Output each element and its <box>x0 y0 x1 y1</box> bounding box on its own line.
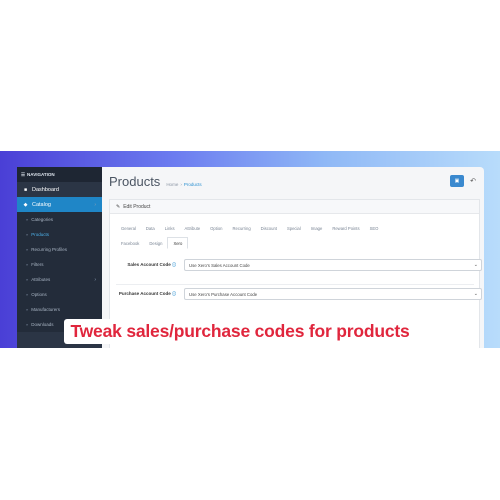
sales-account-label: Sales Account Code ⓘ <box>116 262 176 268</box>
tab-design[interactable]: Design <box>144 237 167 249</box>
save-icon: ▣ <box>454 178 460 184</box>
breadcrumb-products[interactable]: Products <box>184 182 202 187</box>
bullet-icon: » <box>26 292 29 297</box>
sales-account-row: Sales Account Code ⓘ Use Xero's Sales Ac… <box>116 259 482 271</box>
breadcrumb: Home › Products <box>166 182 201 187</box>
chevron-right-icon: › <box>94 276 96 283</box>
bullet-icon: » <box>26 277 29 282</box>
nav-list: ■ Dashboard ◆ Catalog ›» Categories» Products»… <box>17 182 102 332</box>
breadcrumb-home[interactable]: Home <box>166 182 178 187</box>
sidebar-item-label: Products <box>31 232 49 237</box>
sidebar-item-label: Manufacturers <box>31 307 60 312</box>
tab-facebook[interactable]: Facebook <box>116 237 144 249</box>
tab-xero[interactable]: Xero <box>167 237 189 249</box>
sidebar-item-products[interactable]: » Products <box>17 227 102 242</box>
purchase-account-select[interactable]: Use Xero's Purchase Account Code ⌄ <box>184 288 482 300</box>
sidebar-item-label: Categories <box>31 217 53 222</box>
sidebar-item-label: Catalog <box>32 201 51 208</box>
tab-recurring[interactable]: Recurring <box>228 222 256 234</box>
tab-row: Facebook Design Xero <box>116 237 476 249</box>
save-button[interactable]: ▣ <box>450 175 464 187</box>
tab-seo[interactable]: SEO <box>365 222 384 234</box>
tab-option[interactable]: Option <box>205 222 227 234</box>
row-divider <box>116 284 474 285</box>
chevron-down-icon: ⌄ <box>473 291 478 297</box>
dashboard-icon: ■ <box>23 186 28 193</box>
tab-discount[interactable]: Discount <box>256 222 282 234</box>
purchase-account-value: Use Xero's Purchase Account Code <box>189 291 258 297</box>
caption-text: Tweak sales/purchase codes for products <box>70 321 410 341</box>
sidebar-item-categories[interactable]: » Categories <box>17 212 102 227</box>
sidebar-item-recurring-profiles[interactable]: » Recurring Profiles <box>17 242 102 257</box>
tab-bar: General Data Links Attribute Option Recurring… <box>116 222 476 252</box>
bullet-icon: » <box>26 262 29 267</box>
bullet-icon: » <box>26 217 29 222</box>
nav-header: ☰ NAVIGATION <box>17 167 102 182</box>
sidebar-item-options[interactable]: » Options <box>17 287 102 302</box>
sales-account-value: Use Xero's Sales Account Code <box>189 262 250 268</box>
help-icon[interactable]: ⓘ <box>172 291 176 296</box>
page-header: Products Home › Products <box>109 174 202 189</box>
chevron-down-icon: ⌄ <box>473 262 478 268</box>
help-icon[interactable]: ⓘ <box>172 262 176 267</box>
tab-links[interactable]: Links <box>160 222 180 234</box>
sidebar-item-label: Dashboard <box>32 186 59 193</box>
caption-banner: Tweak sales/purchase codes for products <box>64 319 416 344</box>
bullet-icon: » <box>26 232 29 237</box>
tab-reward-points[interactable]: Reward Points <box>327 222 364 234</box>
sidebar-item-label: Options <box>31 292 47 297</box>
chevron-right-icon: › <box>94 201 96 208</box>
panel-heading: ✎ Edit Product <box>110 200 479 214</box>
menu-icon: ☰ <box>21 171 26 177</box>
pencil-icon: ✎ <box>116 203 121 210</box>
bullet-icon: » <box>26 307 29 312</box>
purchase-account-label: Purchase Account Code ⓘ <box>116 291 176 297</box>
purchase-account-label-text: Purchase Account Code <box>118 291 171 296</box>
nav-header-label: NAVIGATION <box>27 172 55 177</box>
breadcrumb-separator: › <box>180 182 182 187</box>
purchase-account-row: Purchase Account Code ⓘ Use Xero's Purch… <box>116 288 482 300</box>
reply-icon: ↶ <box>470 178 476 185</box>
sidebar-item-label: Recurring Profiles <box>31 247 67 252</box>
tag-icon: ◆ <box>23 201 28 208</box>
sidebar-item-dashboard[interactable]: ■ Dashboard <box>17 182 102 197</box>
sales-account-select[interactable]: Use Xero's Sales Account Code ⌄ <box>184 259 482 271</box>
sidebar-item-filters[interactable]: » Filters <box>17 257 102 272</box>
sidebar-item-catalog[interactable]: ◆ Catalog › <box>17 197 102 212</box>
tab-row: General Data Links Attribute Option Recurring… <box>116 222 476 234</box>
sidebar-item-label: Attributes <box>31 277 51 282</box>
bullet-icon: » <box>26 322 29 327</box>
sidebar-item-attributes[interactable]: » Attributes › <box>17 272 102 287</box>
panel-title: Edit Product <box>123 203 151 210</box>
tab-special[interactable]: Special <box>282 222 306 234</box>
sidebar-item-manufacturers[interactable]: » Manufacturers <box>17 302 102 317</box>
sales-account-label-text: Sales Account Code <box>127 262 171 267</box>
sidebar-item-label: Downloads <box>31 322 54 327</box>
tab-general[interactable]: General <box>116 222 141 234</box>
tab-image[interactable]: Image <box>306 222 328 234</box>
tab-data[interactable]: Data <box>141 222 160 234</box>
bullet-icon: » <box>26 247 29 252</box>
sidebar-item-label: Filters <box>31 262 44 267</box>
page-title: Products <box>109 174 161 189</box>
tab-attribute[interactable]: Attribute <box>180 222 206 234</box>
back-button[interactable]: ↶ <box>467 175 479 187</box>
